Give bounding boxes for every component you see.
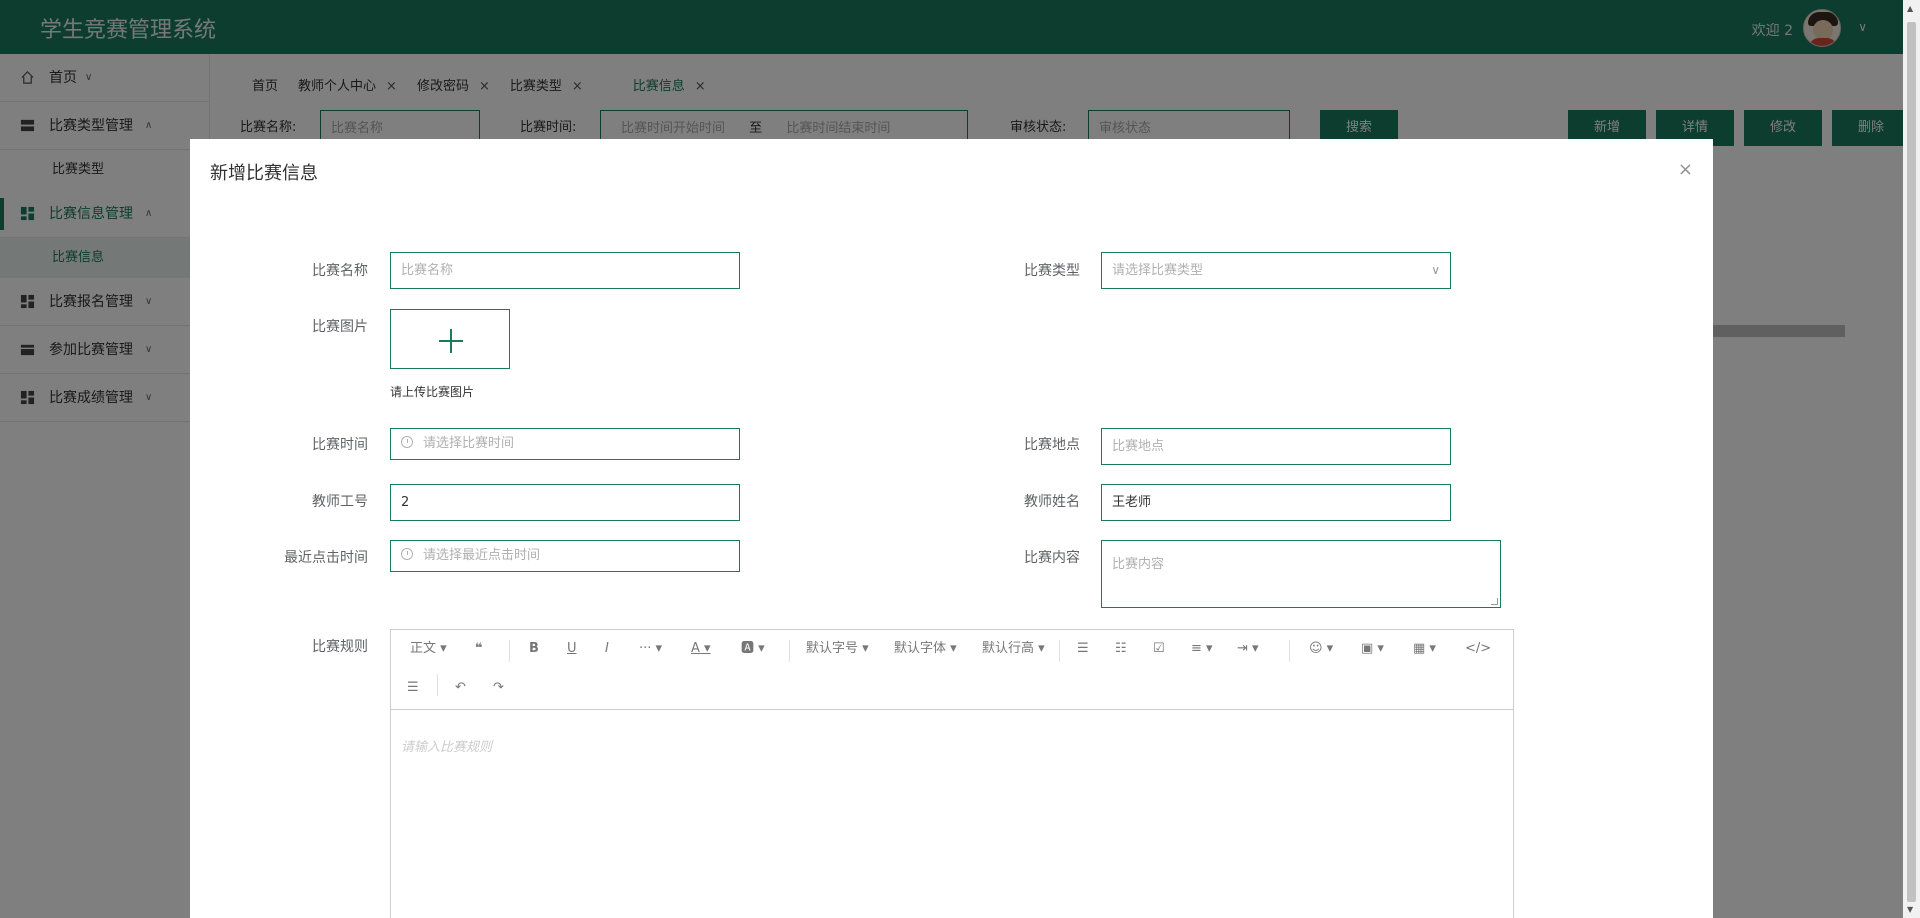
bold-icon[interactable]: B [529, 639, 539, 659]
scroll-down-icon[interactable]: ▼ [1907, 905, 1913, 914]
content-placeholder: 比赛内容 [1112, 557, 1165, 572]
clock-icon [401, 548, 413, 560]
todo-icon[interactable]: ☑ [1153, 639, 1165, 659]
place-input[interactable]: 比赛地点 [1101, 428, 1451, 465]
chevron-down-icon: ∨ [1431, 263, 1440, 277]
line-height-dropdown[interactable]: 默认行高 ▾ [982, 639, 1045, 659]
name-label: 比赛名称 [312, 263, 368, 279]
font-color-icon[interactable]: A ▾ [691, 639, 711, 659]
clock-icon [401, 436, 413, 448]
indent-icon[interactable]: ⇥ ▾ [1237, 639, 1259, 659]
content-label: 比赛内容 [1024, 550, 1080, 566]
last-click-picker[interactable]: 请选择最近点击时间 [390, 540, 740, 572]
teacher-name-input[interactable]: 王老师 [1101, 484, 1451, 521]
editor-placeholder[interactable]: 请输入比赛规则 [401, 736, 492, 755]
bg-color-icon[interactable]: 🅰 ▾ [741, 639, 765, 659]
toolbar-divider [789, 640, 790, 662]
resize-handle-icon[interactable] [1491, 598, 1498, 605]
toolbar-divider [1289, 640, 1290, 662]
content-textarea[interactable]: 比赛内容 [1101, 540, 1501, 608]
emoji-icon[interactable]: ☺ ▾ [1309, 639, 1333, 659]
underline-icon[interactable]: U [567, 639, 577, 659]
teacher-id-input[interactable]: 2 [390, 484, 740, 521]
rules-label: 比赛规则 [312, 639, 368, 655]
italic-icon[interactable]: I [605, 639, 609, 659]
more-icon[interactable]: ··· ▾ [639, 639, 662, 659]
image-upload-tip: 请上传比赛图片 [390, 385, 475, 399]
time-label: 比赛时间 [312, 437, 368, 453]
last-click-placeholder: 请选择最近点击时间 [423, 548, 541, 563]
dialog-title: 新增比赛信息 [210, 163, 318, 184]
name-input[interactable]: 比赛名称 [390, 252, 740, 289]
number-list-icon[interactable]: ☷ [1115, 639, 1127, 659]
undo-icon[interactable]: ↶ [455, 678, 466, 698]
place-label: 比赛地点 [1024, 437, 1080, 453]
paragraph-dropdown[interactable]: 正文 ▾ [410, 639, 447, 659]
divider-icon[interactable]: ☰ [407, 678, 419, 698]
font-size-dropdown[interactable]: 默认字号 ▾ [806, 639, 869, 659]
toolbar-divider [509, 640, 510, 662]
editor-toolbar: 正文 ▾ ❝ B U I ··· ▾ A ▾ 🅰 ▾ 默认字号 ▾ 默认字体 ▾… [391, 630, 1513, 710]
type-select[interactable]: 请选择比赛类型 ∨ [1101, 252, 1451, 289]
align-icon[interactable]: ≡ ▾ [1191, 639, 1213, 659]
scroll-up-icon[interactable]: ▲ [1907, 4, 1913, 13]
quote-icon[interactable]: ❝ [475, 639, 483, 659]
toolbar-divider [1059, 640, 1060, 662]
add-competition-dialog: 新增比赛信息 × 比赛名称 比赛名称 比赛类型 请选择比赛类型 ∨ 比赛图片 请… [190, 139, 1713, 918]
type-select-placeholder: 请选择比赛类型 [1112, 263, 1204, 278]
bullet-list-icon[interactable]: ☰ [1077, 639, 1089, 659]
plus-icon-v [450, 329, 452, 353]
rich-text-editor: 正文 ▾ ❝ B U I ··· ▾ A ▾ 🅰 ▾ 默认字号 ▾ 默认字体 ▾… [390, 629, 1514, 918]
image-upload[interactable] [390, 309, 510, 369]
close-icon[interactable]: × [1678, 159, 1693, 180]
toolbar-divider [437, 674, 438, 696]
image-label: 比赛图片 [312, 319, 368, 335]
window-scrollbar[interactable]: ▲ ▼ [1903, 0, 1920, 918]
font-family-dropdown[interactable]: 默认字体 ▾ [894, 639, 957, 659]
teacher-id-label: 教师工号 [312, 494, 368, 510]
last-click-label: 最近点击时间 [284, 550, 368, 566]
scrollbar-thumb[interactable] [1907, 22, 1916, 902]
time-placeholder: 请选择比赛时间 [423, 436, 515, 451]
image-icon[interactable]: ▣ ▾ [1361, 639, 1384, 659]
table-icon[interactable]: ▦ ▾ [1413, 639, 1436, 659]
type-label: 比赛类型 [1024, 263, 1080, 279]
redo-icon[interactable]: ↷ [493, 678, 504, 698]
time-picker[interactable]: 请选择比赛时间 [390, 428, 740, 460]
code-icon[interactable]: </> [1465, 639, 1491, 659]
teacher-name-label: 教师姓名 [1024, 494, 1080, 510]
